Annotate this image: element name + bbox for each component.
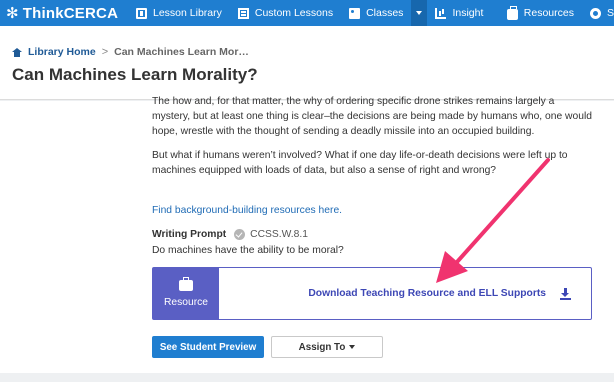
breadcrumb-separator: >: [101, 46, 109, 58]
nav-classes[interactable]: Classes: [341, 0, 411, 26]
breadcrumb: Library Home > Can Machines Learn Mor…: [12, 46, 249, 58]
page-title: Can Machines Learn Morality?: [12, 65, 258, 84]
nav-custom-lessons-label: Custom Lessons: [254, 7, 334, 19]
gear-icon: [589, 7, 601, 19]
writing-prompt-header: Writing Prompt CCSS.W.8.1: [152, 229, 308, 240]
snowflake-icon: ✻: [6, 4, 19, 22]
background-resources-link[interactable]: Find background-building resources here.: [152, 205, 342, 216]
see-student-preview-button[interactable]: See Student Preview: [152, 336, 264, 358]
nav-classes-label: Classes: [366, 7, 404, 19]
standard-code: CCSS.W.8.1: [250, 229, 308, 240]
resource-tab: Resource: [153, 268, 219, 319]
book-icon: [136, 7, 147, 19]
nav-insight-label: Insight: [452, 7, 484, 19]
nav-settings-label: S: [606, 7, 614, 19]
caret-down-icon: [349, 345, 356, 349]
page-header: Library Home > Can Machines Learn Mor… C…: [0, 26, 614, 100]
top-navigation-bar: ✻ ThinkCERCA Lesson Library Custom Lesso…: [0, 0, 614, 26]
newspaper-icon: [237, 7, 249, 19]
brand-logo[interactable]: ✻ ThinkCERCA: [0, 5, 128, 22]
assign-to-button[interactable]: Assign To: [271, 336, 383, 358]
writing-prompt-label: Writing Prompt: [152, 229, 227, 240]
breadcrumb-home-link[interactable]: Library Home: [28, 46, 96, 58]
writing-prompt-question: Do machines have the ability to be moral…: [152, 245, 344, 256]
nav-lesson-library-label: Lesson Library: [153, 7, 222, 19]
download-icon[interactable]: [560, 287, 571, 300]
nav-insight[interactable]: Insight: [427, 0, 491, 26]
nav-lesson-library[interactable]: Lesson Library: [128, 0, 230, 26]
nav-settings[interactable]: S: [582, 0, 614, 26]
article-paragraph-2: But what if humans weren’t involved? Wha…: [152, 150, 568, 176]
brand-name: ThinkCERCA: [22, 4, 119, 22]
classes-icon: [349, 7, 361, 19]
briefcase-icon: [506, 5, 518, 20]
classes-dropdown-toggle[interactable]: [411, 0, 428, 26]
download-teaching-resource-link[interactable]: Download Teaching Resource and ELL Suppo…: [308, 288, 546, 299]
chevron-down-icon: [416, 11, 423, 15]
breadcrumb-current: Can Machines Learn Mor…: [114, 46, 249, 58]
home-icon: [12, 47, 22, 57]
assign-to-label: Assign To: [298, 341, 346, 353]
nav-resources[interactable]: Resources: [499, 0, 582, 26]
briefcase-icon: [179, 276, 193, 291]
standard-tag: CCSS.W.8.1: [234, 229, 308, 240]
resource-download-area: Download Teaching Resource and ELL Suppo…: [219, 268, 591, 319]
nav-resources-label: Resources: [523, 7, 574, 19]
lesson-content: The how and, for that matter, the why of…: [0, 96, 614, 373]
chart-icon: [435, 7, 447, 19]
nav-custom-lessons[interactable]: Custom Lessons: [230, 0, 341, 26]
article-paragraph-1: The how and, for that matter, the why of…: [152, 96, 592, 137]
resource-card: Resource Download Teaching Resource and …: [152, 267, 592, 320]
resource-tab-label: Resource: [163, 296, 209, 308]
check-circle-icon: [234, 229, 246, 240]
